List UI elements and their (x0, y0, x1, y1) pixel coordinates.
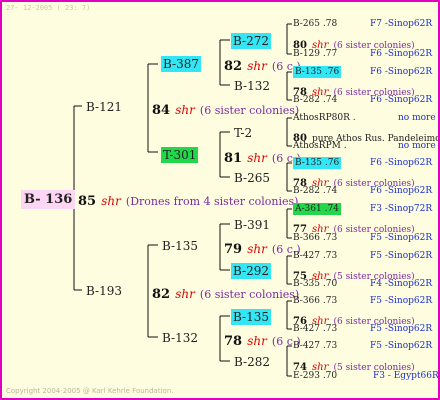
gen4-row-10-right: F6 -Sinop62R (370, 158, 433, 168)
gen2-id-2: T-301 (161, 147, 199, 163)
root-num: 85 (78, 194, 97, 209)
gen4-row-19-right: F5 -Sinop62R (370, 296, 433, 306)
pedigree-frame: 27- 12-2005 ( 23: 7) B- 136 85 shr (Dron… (0, 0, 440, 400)
gen4-row-6-right: F6 -Sinop62R (370, 95, 433, 105)
gen2-id-1: B-387 (161, 56, 201, 72)
gen4-row-7-right: no more (398, 113, 436, 123)
gen4-row-4-id: B-135 .76 (293, 66, 342, 78)
gen1-lower-info: 82 shr (6 sister colonies) (152, 285, 299, 301)
gen3-node-3: T-2 (234, 126, 253, 140)
gen2-info-1: 82 shr (6 c.) (224, 57, 301, 73)
gen4-row-22-left: B-427 .73 (293, 341, 338, 351)
print-date: 27- 12-2005 ( 23: 7) (6, 4, 91, 12)
gen4-row-7-left: AthosRP80R . (293, 113, 356, 123)
gen3-id-6: B-292 (231, 263, 271, 279)
gen4-row-4-right: F6 -Sinop62R (370, 67, 433, 77)
gen3-node-6: B-292 (231, 263, 271, 279)
gen4-row-16-left: B-427 .73 (293, 251, 338, 261)
gen4-row-10-left: B-135 .76 (293, 157, 342, 169)
gen1-upper-shr: shr (175, 103, 195, 117)
gen4-row-13-right: F3 -Sinop72R (370, 204, 433, 214)
gen4-row-22-right: F5 -Sinop62R (370, 341, 433, 351)
gen1-lower-num: 82 (152, 287, 171, 302)
gen4-row-12-left: B-282 .74 (293, 186, 338, 196)
gen4-row-13-id: A-361 .74 (293, 203, 341, 215)
gen3-node-7: B-135 (231, 309, 271, 325)
gen4-row-10-id: B-135 .76 (293, 157, 342, 169)
gen4-row-9-right: no more (398, 141, 436, 151)
gen2-shr-4: shr (247, 334, 267, 348)
gen4-row-16-right: F5 -Sinop62R (370, 251, 433, 261)
gen1-lower-note: (6 sister colonies) (199, 288, 300, 301)
gen4-row-3-right: F6 -Sinop62R (370, 49, 433, 59)
gen3-node-4: B-265 (234, 171, 270, 185)
gen2-num-3: 79 (224, 242, 243, 257)
gen4-row-15-left: B-366 .73 (293, 233, 338, 243)
gen2-info-4: 78 shr (6 c.) (224, 332, 301, 348)
gen1-node-lower: B-193 (86, 284, 122, 298)
gen2-num-1: 82 (224, 59, 243, 74)
root-id: B- 136 (21, 190, 76, 209)
root-colony-info: 85 shr (Drones from 4 sister colonies) (78, 192, 298, 208)
gen4-row-18-left: B-335 .70 (293, 279, 338, 289)
gen4-row-1-right: F7 -Sinop62R (370, 19, 433, 29)
gen2-info-2: 81 shr (6 c.) (224, 149, 301, 165)
gen4-row-13-left: A-361 .74 (293, 203, 341, 215)
gen4-row-3-left: B-129 .77 (293, 49, 338, 59)
gen2-num-4: 78 (224, 334, 243, 349)
gen2-num-2: 81 (224, 151, 243, 166)
gen4-row-24-left: E-293 .70 (293, 371, 338, 381)
gen4-row-9-left: AthosRPM . (293, 141, 347, 151)
gen4-row-18-right: F4 -Sinop62R (370, 279, 433, 289)
root-shr: shr (101, 194, 121, 208)
gen3-node-2: B-132 (234, 79, 270, 93)
gen4-row-4-left: B-135 .76 (293, 66, 342, 78)
gen1-upper-num: 84 (152, 103, 171, 118)
root-note: (Drones from 4 sister colonies) (125, 195, 299, 208)
gen3-id-1: B-272 (231, 33, 271, 49)
gen4-row-21-right: F5 -Sinop62R (370, 324, 433, 334)
gen2-info-3: 79 shr (6 c.) (224, 240, 301, 256)
gen4-row-15-right: F5 -Sinop62R (370, 233, 433, 243)
gen2-node-2: T-301 (161, 147, 199, 163)
gen1-lower-shr: shr (175, 287, 195, 301)
gen4-row-6-left: B-282 .74 (293, 95, 338, 105)
gen4-row-21-left: B-427 .73 (293, 324, 338, 334)
gen3-node-5: B-391 (234, 218, 270, 232)
gen1-upper-note: (6 sister colonies) (199, 104, 300, 117)
copyright-footer: Copyright 2004-2005 @ Karl Kehrle Founda… (6, 387, 174, 395)
gen3-id-7: B-135 (231, 309, 271, 325)
gen2-node-4: B-132 (162, 331, 198, 345)
gen2-node-3: B-135 (162, 239, 198, 253)
gen2-shr-2: shr (247, 151, 267, 165)
gen3-node-8: B-282 (234, 355, 270, 369)
gen4-row-12-right: F6 -Sinop62R (370, 186, 433, 196)
gen3-node-1: B-272 (231, 33, 271, 49)
gen2-shr-3: shr (247, 242, 267, 256)
gen1-node-upper: B-121 (86, 100, 122, 114)
gen1-upper-info: 84 shr (6 sister colonies) (152, 101, 299, 117)
gen4-row-19-left: B-366 .73 (293, 296, 338, 306)
gen4-row-1-left: B-265 .78 (293, 19, 338, 29)
root-node: B- 136 (21, 190, 76, 209)
gen2-node-1: B-387 (161, 56, 201, 72)
gen4-row-24-right: F3 - Egypt66R (373, 371, 439, 381)
gen2-shr-1: shr (247, 59, 267, 73)
